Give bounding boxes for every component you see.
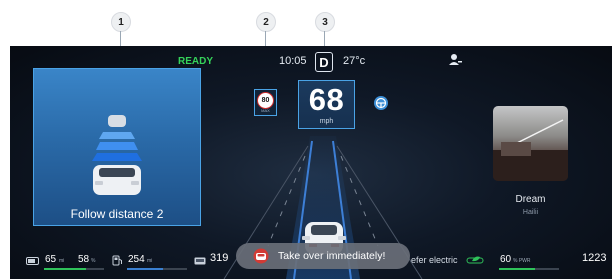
steering-wheel-glyph: [375, 97, 387, 109]
media-artist: Hailii: [522, 209, 539, 216]
battery-icon: [26, 257, 39, 265]
follow-distance-text: Follow distance: [70, 207, 154, 221]
callout-1: 1: [111, 12, 131, 32]
person-icon[interactable]: [448, 53, 462, 66]
power-bar: [499, 268, 559, 270]
album-art: [493, 119, 568, 181]
fuel-bar: [127, 268, 187, 270]
range-1-value: 65: [45, 254, 57, 265]
fuel-bar-fill: [127, 268, 163, 270]
clock: 10:05: [279, 55, 307, 67]
media-title: Dream: [515, 194, 546, 205]
outside-temperature: 27°c: [343, 55, 366, 67]
follow-distance-value: 2: [156, 207, 164, 221]
takeover-message: Take over immediately!: [278, 250, 386, 262]
fuel-range-value: 254: [128, 254, 145, 265]
fuel-range-unit: mi: [147, 258, 153, 264]
callout-2: 2: [256, 12, 276, 32]
instrument-cluster: READY 10:05 D 27°c Follow distance 2 80 …: [10, 46, 612, 279]
gear-indicator: D: [315, 52, 333, 72]
drive-mode-text: efer electric: [411, 255, 458, 265]
trip-value: 1223: [582, 252, 607, 264]
car-warning-icon: [253, 248, 269, 264]
speed-limit-box: 80 MAX: [254, 89, 277, 116]
odometer-icon: [194, 257, 206, 265]
range-2-value: 58: [78, 254, 90, 265]
eco-leaf-icon: [466, 256, 484, 264]
range-1-unit: mi: [59, 258, 65, 264]
odometer-value: 319: [210, 252, 229, 264]
steering-wheel-icon: [374, 96, 388, 110]
album-cover[interactable]: [493, 106, 568, 181]
speed-display: 68 mph: [298, 80, 355, 129]
range-2-unit: %: [91, 258, 96, 264]
speed-value: 68: [308, 82, 345, 117]
speed-limit-unit: MAX: [261, 108, 270, 113]
ready-indicator: READY: [178, 56, 214, 67]
takeover-warning: Take over immediately!: [236, 243, 410, 269]
power-value: 60: [500, 254, 512, 265]
follow-distance-label: Follow distance 2: [34, 207, 200, 221]
speed-limit-sign: 80: [257, 92, 274, 109]
power-unit: % PWR: [513, 258, 531, 264]
battery-bar: [44, 268, 104, 270]
callout-3: 3: [315, 12, 335, 32]
battery-bar-fill: [44, 268, 86, 270]
power-bar-fill: [499, 268, 535, 270]
speed-unit: mph: [319, 118, 334, 125]
fuel-pump-icon: [112, 255, 122, 266]
follow-distance-graphic: [92, 115, 142, 195]
follow-distance-panel: Follow distance 2: [33, 68, 201, 226]
